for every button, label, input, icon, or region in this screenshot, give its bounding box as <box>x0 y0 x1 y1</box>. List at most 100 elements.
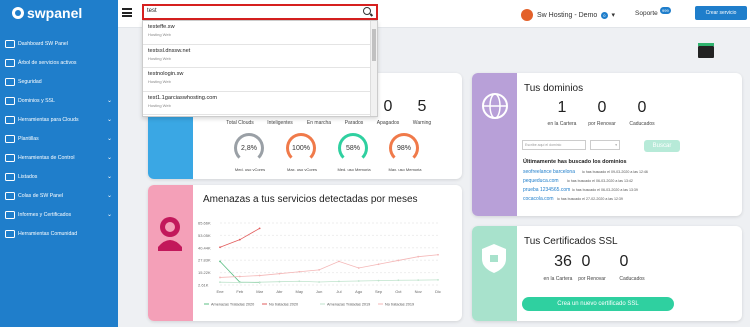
data-point <box>238 238 241 241</box>
support-menu[interactable]: Soporte 999 <box>635 7 671 17</box>
y-tick-label: 15.22K <box>198 270 211 275</box>
sidebar-item[interactable]: Herramientas Comunidad <box>0 224 118 243</box>
search-result-item[interactable]: testnologin.sw Hosting Web <box>143 68 377 92</box>
dropdown-scrollbar[interactable] <box>370 21 377 116</box>
legend-label[interactable]: Amenazas Tratadas 2020 <box>211 303 254 307</box>
data-point <box>258 274 261 277</box>
dashboard-icon <box>5 39 15 48</box>
search-result-type: Hosting Web <box>148 102 171 108</box>
sidebar-item-label: Colas de SW Panel <box>18 192 63 199</box>
legend-label[interactable]: No tratadas 2019 <box>385 303 414 307</box>
report-icon <box>5 210 15 219</box>
label-apagados: Apagados <box>376 120 400 126</box>
chevron-down-icon[interactable]: ⌄ <box>107 97 112 104</box>
search-icon[interactable] <box>363 7 371 15</box>
data-point <box>377 279 380 282</box>
data-point <box>278 280 281 283</box>
legend-label[interactable]: Amenazas Tratadas 2019 <box>327 303 370 307</box>
sidebar-item-label: Herramientas de Control <box>18 154 75 161</box>
chevron-down-icon[interactable]: ⌄ <box>107 154 112 161</box>
gauge-label-vcores-avg: Med. uso vCores <box>234 167 266 172</box>
community-icon <box>5 229 15 238</box>
y-tick-label: 40.44K <box>198 245 211 250</box>
data-point <box>397 279 400 282</box>
sidebar-item[interactable]: Seguridad <box>0 72 118 91</box>
ssl-card: Tus Certificados SSL 36 0 0 en la Carter… <box>472 226 742 321</box>
swpanel-logo[interactable]: swpanel <box>12 5 82 21</box>
data-point <box>219 246 221 249</box>
chevron-down-icon[interactable]: ⌄ <box>107 173 112 180</box>
folder-icon <box>5 134 15 143</box>
avatar <box>521 9 533 21</box>
chevron-down-icon: ▾ <box>615 143 617 147</box>
data-point <box>338 260 340 263</box>
check-icon <box>5 153 15 162</box>
search-result-type: Hosting Web <box>148 79 171 84</box>
sidebar-item[interactable]: Plantillas ⌄ <box>0 129 118 148</box>
sidebar-item-label: Herramientas para Clouds <box>18 116 79 123</box>
ssl-caducados-value: 0 <box>619 253 629 270</box>
stat-warning-value: 5 <box>417 98 427 115</box>
support-label: Soporte <box>635 10 658 17</box>
label-total-clouds: Total Clouds <box>226 120 254 126</box>
stat-apagados-value: 0 <box>383 98 393 115</box>
domain-tld-select[interactable]: ▾ <box>590 140 620 150</box>
domains-cartera-label: en la Cartera <box>547 121 577 127</box>
recent-domain-link[interactable]: prueba 1234565.com <box>523 187 570 193</box>
chevron-down-icon[interactable]: ⌄ <box>107 211 112 218</box>
scrollbar-thumb[interactable] <box>372 29 376 61</box>
label-parados: Parados <box>344 120 364 126</box>
chevron-down-icon[interactable]: ⌄ <box>107 135 112 142</box>
sidebar-item-label: Informes y Certificados <box>18 211 72 218</box>
domain-search-button[interactable]: Buscar <box>644 140 680 152</box>
ssl-renovar-value: 0 <box>581 253 591 270</box>
list-icon <box>5 172 15 181</box>
domains-renovar-label: por Renovar <box>588 121 616 127</box>
sidebar-item[interactable]: Informes y Certificados ⌄ <box>0 205 118 224</box>
x-tick-label: Sep <box>375 289 383 294</box>
recent-domain-link[interactable]: seofreelance barcelona <box>523 169 575 175</box>
series-line <box>219 227 260 248</box>
sidebar-nav: Dashboard SW Panel Árbol de servicios act… <box>0 34 118 243</box>
sidebar-item[interactable]: Dashboard SW Panel <box>0 34 118 53</box>
sidebar-item[interactable]: Colas de SW Panel ⌄ <box>0 186 118 205</box>
data-point <box>278 272 281 275</box>
user-menu[interactable]: Sw Hosting - Demo 0 ▾ <box>521 9 615 21</box>
data-point <box>417 255 420 258</box>
user-badge: 0 <box>601 11 608 19</box>
search-input[interactable]: test <box>142 4 378 20</box>
data-point <box>357 280 360 282</box>
sidebar: swpanel Dashboard SW Panel Árbol de servi… <box>0 0 118 327</box>
search-result-item[interactable]: testsd.dnssw.netHosting Web <box>143 115 377 116</box>
recent-domain-link[interactable]: cocacola.com <box>523 196 554 202</box>
create-service-button[interactable]: Crear servicio <box>695 6 747 20</box>
sidebar-item-label: Plantillas <box>18 135 39 142</box>
data-point <box>338 280 340 283</box>
domain-search-input[interactable]: Escribe aquí el dominio <box>522 140 586 150</box>
data-point <box>238 275 241 278</box>
chevron-down-icon[interactable]: ⌄ <box>107 116 112 123</box>
sidebar-item[interactable]: Herramientas de Control ⌄ <box>0 148 118 167</box>
chevron-down-icon[interactable]: ⌄ <box>107 192 112 199</box>
sidebar-item[interactable]: Herramientas para Clouds ⌄ <box>0 110 118 129</box>
y-tick-label: 53.05K <box>198 233 211 238</box>
sidebar-item[interactable]: Listados ⌄ <box>0 167 118 186</box>
search-result-item[interactable]: test1.1garciaswhosting.com Hosting Web <box>143 92 377 115</box>
gauge-mem-max: 98% <box>389 133 419 163</box>
data-point <box>219 281 221 284</box>
sidebar-item[interactable]: Árbol de servicios activos <box>0 53 118 72</box>
recent-domains-title: Últimamente has buscado los dominios <box>523 159 627 165</box>
search-result-type: Hosting Web <box>148 32 171 37</box>
search-result-item[interactable]: testssl.dnssw.net Hosting Web <box>143 45 377 68</box>
search-result-item[interactable]: testeffe.sw Hosting Web <box>143 21 377 45</box>
legend-label[interactable]: No tratadas 2020 <box>269 303 298 307</box>
create-ssl-button[interactable]: Crea un nuevo certificado SSL <box>522 297 674 311</box>
x-tick-label: Jun <box>316 289 322 294</box>
menu-toggle-icon[interactable] <box>122 8 132 17</box>
y-tick-label: 27.83K <box>198 258 211 263</box>
sidebar-item[interactable]: Dominios y SSL ⌄ <box>0 91 118 110</box>
user-name: Sw Hosting - Demo <box>537 11 598 19</box>
recent-domain-link[interactable]: pequeduca.com <box>523 178 559 184</box>
data-point <box>397 259 400 262</box>
search-result-title: testeffe.sw <box>148 24 175 30</box>
